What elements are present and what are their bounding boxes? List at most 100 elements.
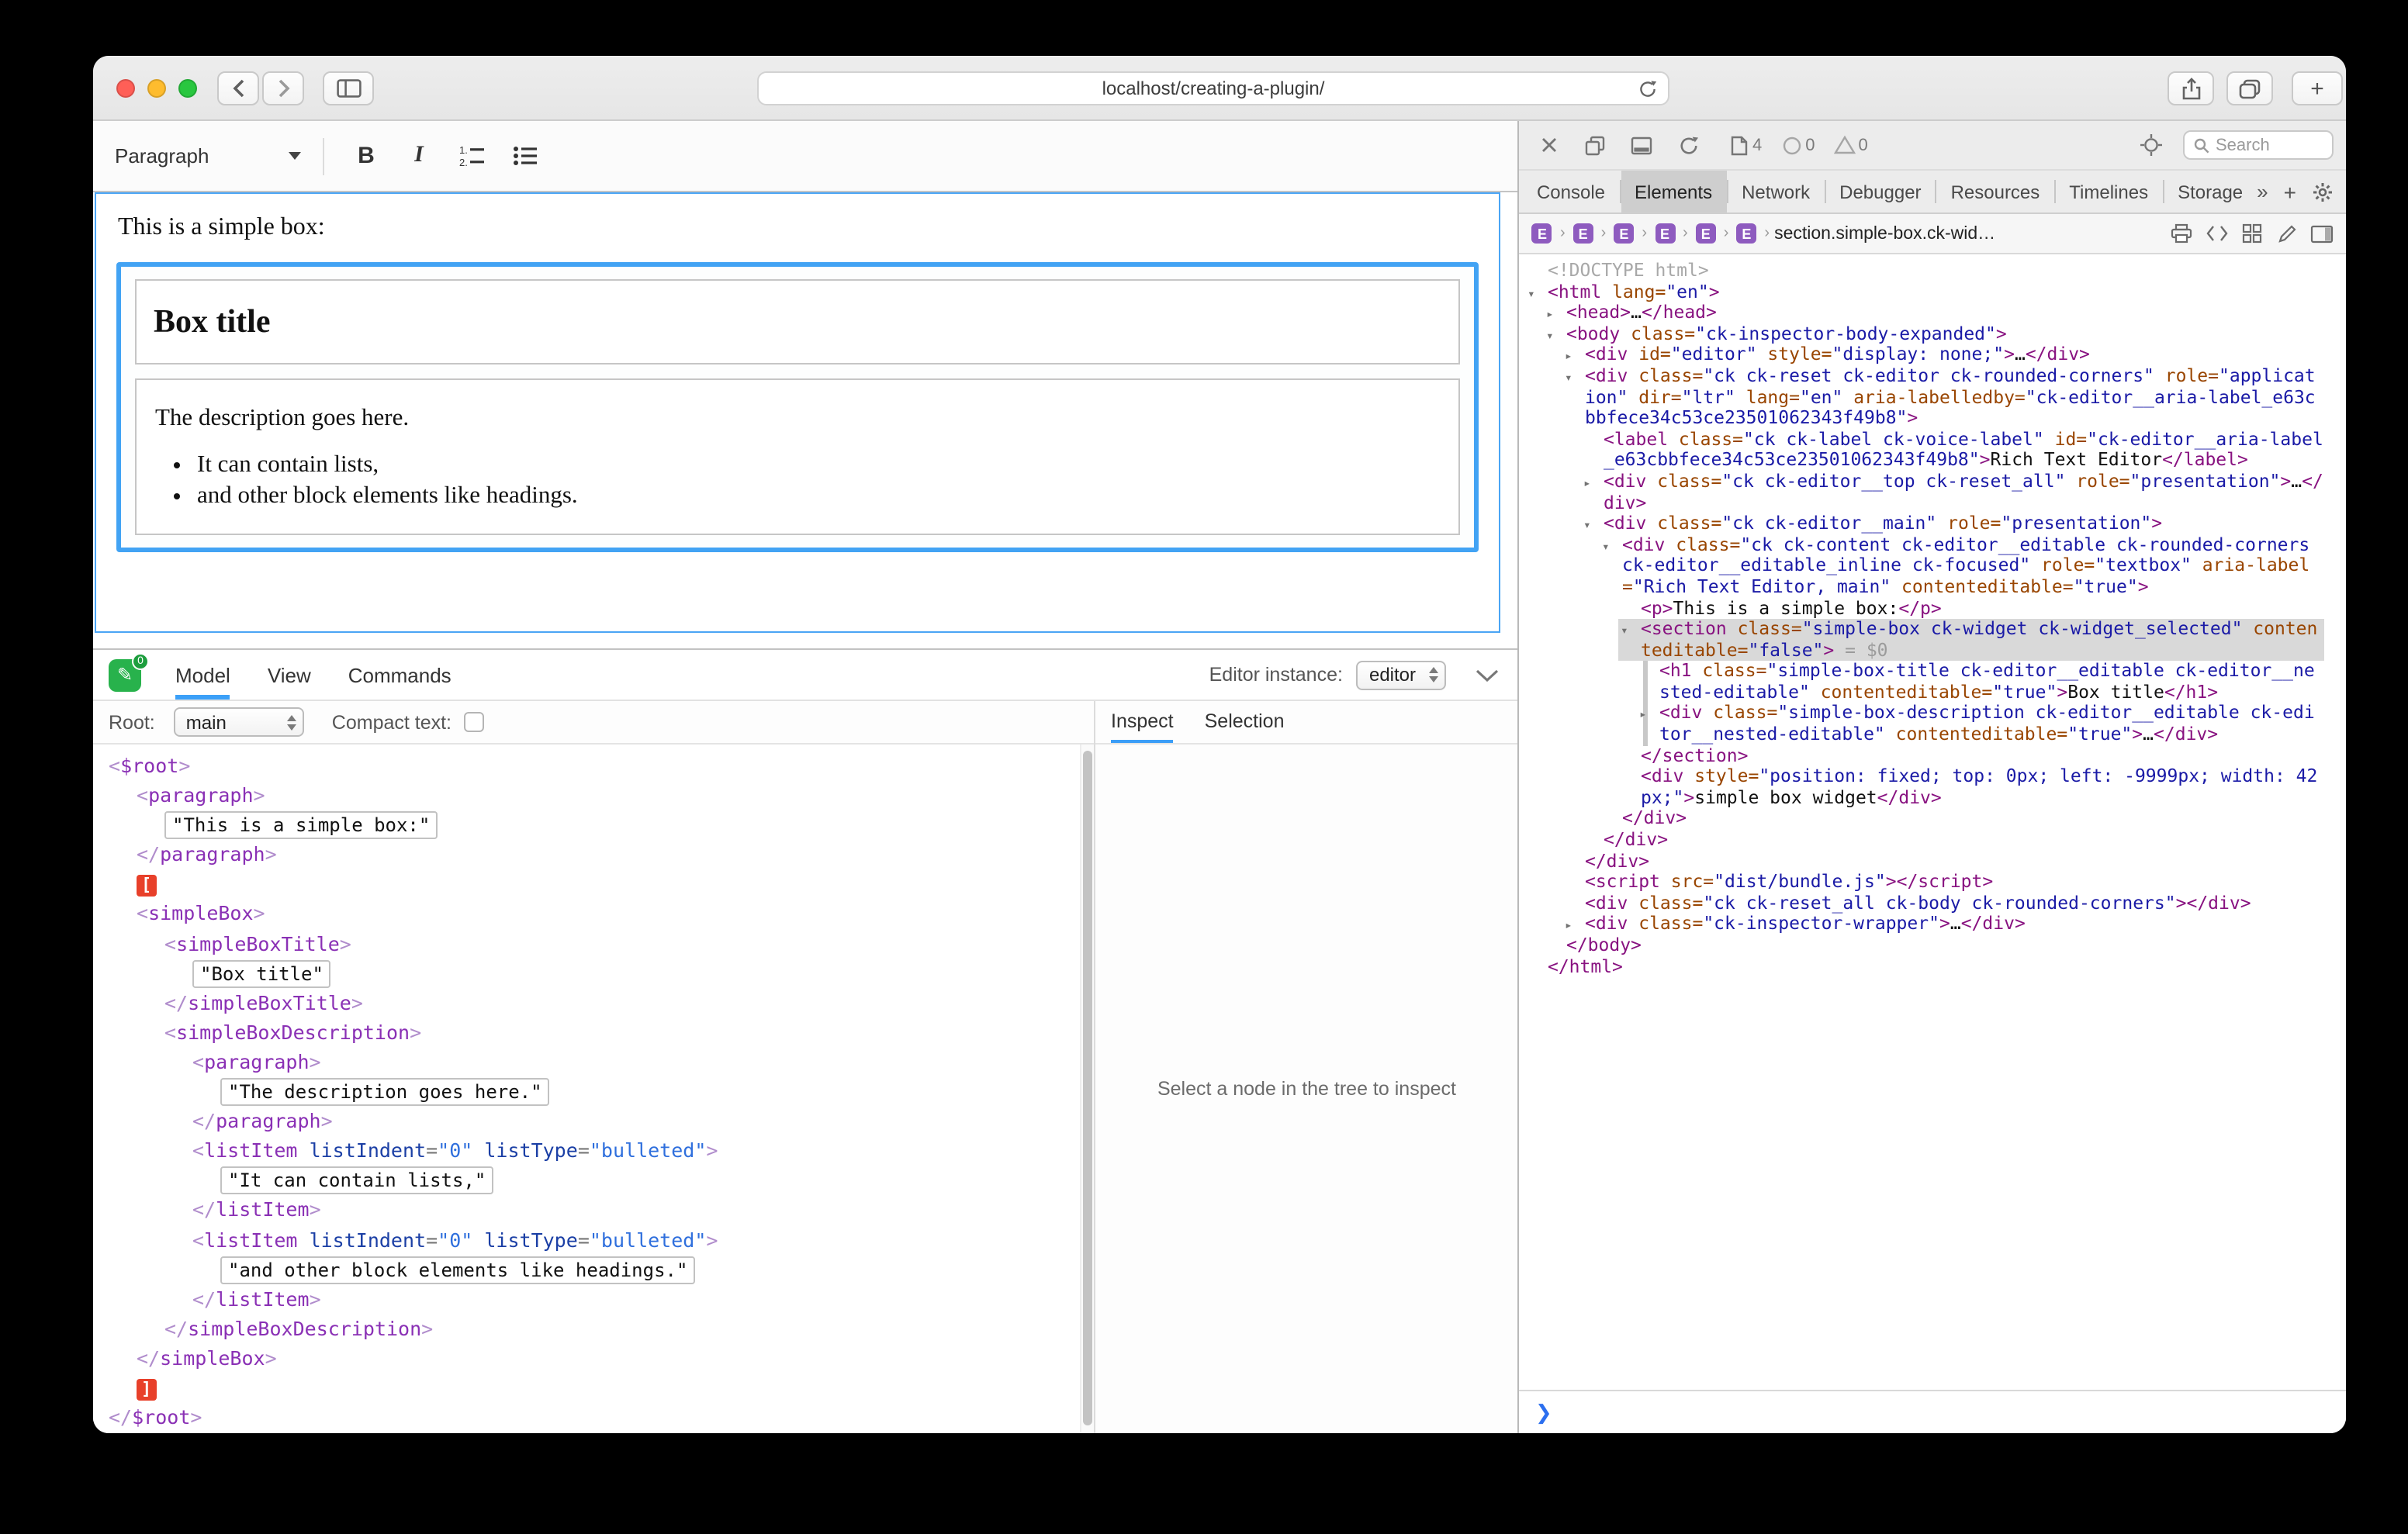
tab-network[interactable]: Network (1728, 171, 1824, 212)
compact-text-checkbox[interactable] (464, 712, 484, 732)
inspector-tab-model[interactable]: Model (175, 650, 230, 700)
collapse-arrow-icon[interactable]: ▾ (1602, 536, 1610, 557)
breadcrumb-element-badge[interactable]: E (1573, 223, 1593, 244)
close-window-button[interactable] (116, 79, 135, 98)
italic-button[interactable]: I (393, 131, 445, 181)
model-tree-node[interactable]: </simpleBox> (93, 1343, 1094, 1373)
model-text-node[interactable]: "The description goes here." (220, 1078, 550, 1106)
model-tree-node[interactable]: </simpleBoxDescription> (93, 1314, 1094, 1343)
share-button[interactable] (2168, 71, 2214, 105)
breadcrumb-element-badge[interactable]: E (1614, 223, 1634, 244)
expand-arrow-icon[interactable]: ▸ (1546, 304, 1554, 325)
dom-tree-node[interactable]: <script src="dist/bundle.js"></script> (1520, 872, 2324, 893)
dom-tree-node[interactable]: ▾<body class="ck-inspector-body-expanded… (1520, 324, 2324, 345)
dom-tree-node[interactable]: </div> (1520, 851, 2324, 872)
simple-box-description[interactable]: The description goes here. It can contai… (135, 378, 1461, 535)
expand-arrow-icon[interactable]: ▸ (1565, 347, 1572, 368)
expand-arrow-icon[interactable]: ▸ (1565, 916, 1572, 937)
zoom-window-button[interactable] (178, 79, 197, 98)
model-tree-node[interactable]: <paragraph> (93, 1047, 1094, 1076)
dom-tree-node[interactable]: ▾<div class="ck ck-content ck-editor__ed… (1520, 534, 2324, 598)
simple-box-title[interactable]: Box title (135, 279, 1461, 364)
breadcrumb-element-badge[interactable]: E (1655, 223, 1675, 244)
add-tab-button[interactable]: + (2284, 179, 2296, 204)
model-tree-node[interactable]: <listItem listIndent="0" listType="bulle… (93, 1225, 1094, 1254)
dom-tree-node[interactable]: ▾<section class="simple-box ck-widget ck… (1520, 619, 2324, 661)
address-bar[interactable]: localhost/creating-a-plugin/ (757, 71, 1669, 105)
model-tree-node[interactable]: </simpleBoxTitle> (93, 988, 1094, 1017)
inspector-tab-view[interactable]: View (268, 650, 311, 700)
model-tree-node[interactable]: "This is a simple box:" (93, 810, 1094, 839)
print-styles-button[interactable] (2171, 223, 2192, 244)
tab-storage[interactable]: Storage (2164, 171, 2257, 212)
dom-tree-node[interactable]: ▸<div class="ck-inspector-wrapper">…</di… (1520, 914, 2324, 935)
dom-tree-node[interactable]: </div> (1520, 809, 2324, 830)
editor-instance-select[interactable]: editor (1357, 660, 1447, 689)
dom-tree-node[interactable]: <div style="position: fixed; top: 0px; l… (1520, 767, 2324, 809)
dom-tree-node[interactable]: <div class="ck ck-reset_all ck-body ck-r… (1520, 893, 2324, 914)
dom-tree-node[interactable]: ▸<head>…</head> (1520, 302, 2324, 323)
more-tabs-button[interactable]: » (2257, 180, 2268, 203)
close-inspector-button[interactable] (1532, 128, 1566, 162)
breadcrumb-current[interactable]: section.simple-box.ck-wid… (1774, 224, 1995, 243)
model-text-node[interactable]: "Box title" (192, 959, 331, 987)
root-select[interactable]: main (174, 707, 304, 737)
tab-timelines[interactable]: Timelines (2055, 171, 2162, 212)
dom-tree-node[interactable]: <p>This is a simple box:</p> (1520, 598, 2324, 619)
dom-tree-node[interactable]: </div> (1520, 830, 2324, 851)
dom-tree-node[interactable]: ▾<div class="ck ck-editor__main" role="p… (1520, 513, 2324, 534)
minimize-window-button[interactable] (147, 79, 166, 98)
dom-tree-node[interactable]: ▾<html lang="en"> (1520, 282, 2324, 302)
reload-page-button[interactable] (1672, 128, 1706, 162)
model-text-node[interactable]: "and other block elements like headings.… (220, 1256, 695, 1284)
breadcrumb-element-badge[interactable]: E (1532, 223, 1552, 244)
bulleted-list-button[interactable] (498, 131, 551, 181)
tab-overview-button[interactable] (2226, 71, 2273, 105)
model-tree-node[interactable]: <paragraph> (93, 780, 1094, 810)
collapse-arrow-icon[interactable]: ▾ (1546, 326, 1554, 347)
collapse-arrow-icon[interactable]: ▾ (1583, 515, 1591, 536)
dom-tree-node[interactable]: </html> (1520, 956, 2324, 977)
element-picker-button[interactable] (2133, 128, 2168, 162)
tab-resources[interactable]: Resources (1937, 171, 2054, 212)
model-tree-node[interactable]: [ (93, 869, 1094, 899)
warnings-count[interactable]: 0 (1833, 135, 1867, 155)
model-tree-node[interactable]: "The description goes here." (93, 1076, 1094, 1106)
model-tree-node[interactable]: </listItem> (93, 1284, 1094, 1313)
model-tree-node[interactable]: ] (93, 1373, 1094, 1402)
collapse-arrow-icon[interactable]: ▾ (1621, 620, 1628, 641)
reload-icon[interactable] (1638, 79, 1657, 99)
model-tree-node[interactable]: <simpleBoxTitle> (93, 928, 1094, 958)
detach-inspector-button[interactable] (1579, 128, 1613, 162)
model-tree-node[interactable]: "and other block elements like headings.… (93, 1254, 1094, 1284)
tab-elements[interactable]: Elements (1621, 171, 1726, 212)
model-tree-node[interactable]: <simpleBoxDescription> (93, 1017, 1094, 1047)
model-tree-node[interactable]: "Box title" (93, 958, 1094, 987)
search-input[interactable]: Search (2183, 130, 2334, 160)
settings-button[interactable] (2312, 181, 2334, 202)
inspector-tab-commands[interactable]: Commands (348, 650, 452, 700)
dom-tree-node[interactable]: </body> (1520, 935, 2324, 956)
back-button[interactable] (217, 71, 259, 105)
dom-tree-node[interactable]: ▸<div id="editor" style="display: none;"… (1520, 345, 2324, 366)
breadcrumb-element-badge[interactable]: E (1736, 223, 1756, 244)
model-text-node[interactable]: "It can contain lists," (220, 1167, 493, 1195)
dom-tree-node[interactable]: ▸<div class="ck ck-editor__top ck-reset_… (1520, 472, 2324, 513)
dom-tree-node[interactable]: ▸<div class="simple-box-description ck-e… (1520, 703, 2324, 745)
model-tree-node[interactable]: <simpleBox> (93, 899, 1094, 928)
issues-count[interactable]: 0 (1780, 134, 1815, 156)
model-tree-node[interactable]: <listItem listIndent="0" listType="bulle… (93, 1135, 1094, 1165)
model-tree-node[interactable]: </paragraph> (93, 840, 1094, 869)
dom-tree-node[interactable]: <label class="ck ck-label ck-voice-label… (1520, 430, 2324, 472)
tab-console[interactable]: Console (1523, 171, 1619, 212)
tab-selection[interactable]: Selection (1205, 701, 1285, 743)
inspector-collapse-button[interactable] (1476, 668, 1500, 682)
numbered-list-button[interactable]: 1.2. (445, 131, 498, 181)
forward-button[interactable] (262, 71, 304, 105)
paragraph-style-dropdown[interactable]: Paragraph (115, 144, 301, 168)
model-tree-node[interactable]: </paragraph> (93, 1106, 1094, 1135)
scrollbar-thumb[interactable] (1083, 751, 1092, 1425)
model-tree-node[interactable]: </$root> (93, 1402, 1094, 1432)
edit-page-button[interactable] (2276, 223, 2296, 244)
dom-tree-node[interactable]: <h1 class="simple-box-title ck-editor__e… (1520, 662, 2324, 703)
